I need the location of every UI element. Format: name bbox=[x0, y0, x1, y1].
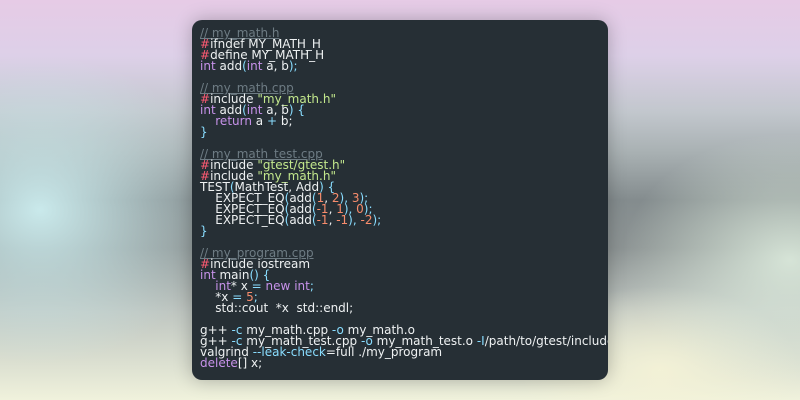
code-token: -1 bbox=[336, 213, 349, 227]
code-token: add bbox=[215, 59, 243, 73]
code-token: int bbox=[294, 279, 310, 293]
code-token: return bbox=[215, 114, 252, 128]
code-token: ; bbox=[309, 279, 314, 293]
code-token: } bbox=[200, 125, 208, 139]
code-line: } bbox=[200, 224, 604, 238]
code-token: int bbox=[200, 59, 216, 73]
code-token: add bbox=[289, 213, 312, 227]
code-token: EXPECT_EQ bbox=[200, 213, 285, 227]
code-token: std::cout *x std::endl; bbox=[200, 301, 354, 315]
code-line: return a + b; bbox=[200, 114, 604, 128]
code-editor-panel[interactable]: // my_math.h #ifndef MY_MATH_H #define MY_… bbox=[192, 20, 608, 380]
code-line: delete[] x; bbox=[200, 356, 604, 370]
code-token: delete bbox=[200, 356, 238, 370]
code-line: std::cout *x std::endl; bbox=[200, 301, 604, 315]
code-token: + bbox=[266, 114, 278, 128]
code-token: a bbox=[251, 114, 267, 128]
code-token: -2 bbox=[360, 213, 373, 227]
code-token: ); bbox=[372, 213, 382, 227]
code-token: b; bbox=[277, 114, 293, 128]
code-token: [] x; bbox=[237, 356, 263, 370]
code-line: } bbox=[200, 125, 604, 139]
code-token: new bbox=[265, 279, 291, 293]
code-token: =full ./my_program bbox=[325, 345, 443, 359]
code-line: EXPECT_EQ(add(-1, -1), -2); bbox=[200, 213, 604, 227]
code-token: --leak-check bbox=[252, 345, 326, 359]
code-token: ), bbox=[348, 213, 361, 227]
code-line: int* x = new int; bbox=[200, 279, 604, 293]
code-token: int bbox=[246, 59, 263, 73]
code-block[interactable]: // my_math.h #ifndef MY_MATH_H #define MY_… bbox=[200, 27, 608, 370]
code-token: -1 bbox=[316, 213, 329, 227]
code-token: /path/to/gtest/include bbox=[484, 334, 608, 348]
code-token: -I bbox=[476, 334, 485, 348]
code-token: ); bbox=[288, 59, 298, 73]
code-token: a, b bbox=[262, 59, 289, 73]
code-line: int add(int a, b); bbox=[200, 59, 604, 73]
code-token: } bbox=[200, 224, 208, 238]
